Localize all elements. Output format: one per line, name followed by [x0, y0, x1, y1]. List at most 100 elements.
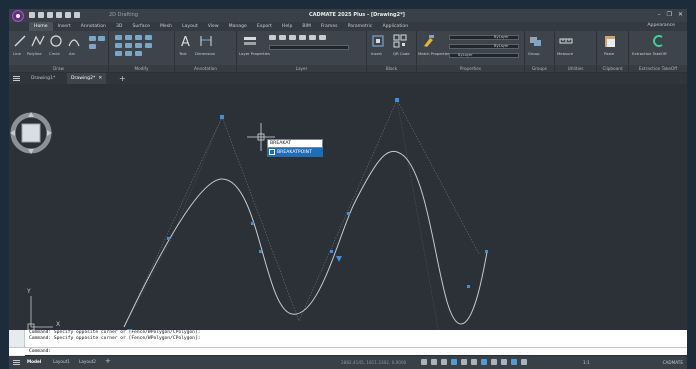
status-menu-icon[interactable] — [13, 360, 20, 365]
circle-icon[interactable] — [49, 34, 63, 48]
grip[interactable] — [259, 250, 262, 253]
grip[interactable] — [167, 237, 170, 240]
drawing-canvas[interactable]: Y X — [9, 84, 687, 334]
file-tab-drawing2[interactable]: Drawing2* ✕ — [67, 73, 107, 84]
model-tab[interactable]: Model — [27, 359, 41, 364]
rectangle-icon[interactable] — [89, 36, 96, 41]
ribbon-tab-parametric[interactable]: Parametric — [343, 22, 378, 31]
print-icon[interactable] — [56, 12, 62, 18]
modify-panel-title[interactable]: Modify — [109, 65, 174, 72]
grip[interactable] — [347, 212, 350, 215]
extraction-takeoff-icon[interactable] — [651, 34, 665, 48]
extraction-panel-title[interactable]: Extraction TakeOff — [629, 65, 687, 72]
file-menu-icon[interactable] — [13, 76, 20, 81]
utilities-panel-title[interactable]: Utilities — [555, 65, 596, 72]
insert-block-icon[interactable] — [371, 34, 385, 48]
line-icon[interactable] — [13, 34, 27, 48]
annotation-panel-title[interactable]: Annotation — [175, 65, 236, 72]
layer-freeze-icon[interactable] — [289, 35, 296, 40]
stretch-icon[interactable] — [115, 51, 122, 56]
color-dropdown[interactable]: ByLayer — [449, 35, 519, 40]
autocomplete-input[interactable]: BREAKAT — [267, 139, 323, 148]
layout2-tab[interactable]: Layout2 — [79, 359, 96, 364]
text-icon[interactable]: A — [179, 34, 193, 48]
transparency-icon[interactable] — [491, 359, 497, 365]
block-panel-title[interactable]: Block — [367, 65, 416, 72]
autocomplete-suggestion[interactable]: BREAKATPOINT — [267, 148, 323, 157]
extend-icon[interactable] — [145, 35, 152, 40]
array-icon[interactable] — [145, 43, 152, 48]
grid-icon[interactable] — [421, 359, 427, 365]
ribbon-tab-layout[interactable]: Layout — [177, 22, 203, 31]
close-tab-icon[interactable]: ✕ — [98, 76, 102, 81]
layer-state-icon[interactable] — [269, 35, 276, 40]
grip[interactable] — [485, 250, 488, 253]
paste-icon[interactable] — [603, 34, 617, 48]
undo-icon[interactable] — [65, 12, 71, 18]
open-file-icon[interactable] — [38, 12, 44, 18]
annotation-scale[interactable]: 1:1 — [583, 360, 590, 365]
polyline-icon[interactable] — [31, 34, 45, 48]
layout1-tab[interactable]: Layout1 — [53, 359, 70, 364]
minimize-icon[interactable]: – — [658, 11, 661, 18]
ribbon-tab-home[interactable]: Home — [29, 22, 53, 31]
ortho-icon[interactable] — [441, 359, 447, 365]
match-properties-icon[interactable] — [421, 34, 435, 48]
otrack-icon[interactable] — [471, 359, 477, 365]
mirror-icon[interactable] — [125, 43, 132, 48]
group-icon[interactable] — [529, 34, 543, 48]
lineweight-icon[interactable] — [481, 359, 487, 365]
properties-panel-title[interactable]: Properties — [417, 65, 524, 72]
scale-icon[interactable] — [125, 51, 132, 56]
add-tab-button[interactable]: + — [119, 74, 126, 83]
close-icon[interactable]: ✕ — [678, 11, 683, 18]
save-icon[interactable] — [47, 12, 53, 18]
ribbon-tab-manage[interactable]: Manage — [224, 22, 252, 31]
dynamic-input-icon[interactable] — [511, 359, 517, 365]
ribbon-tab-annotation[interactable]: Annotation — [76, 22, 111, 31]
layer-off-icon[interactable] — [309, 35, 316, 40]
measure-icon[interactable] — [559, 34, 573, 48]
ribbon-tab-view[interactable]: View — [203, 22, 224, 31]
fillet-icon[interactable] — [135, 43, 142, 48]
ribbon-tab-help[interactable]: Help — [277, 22, 297, 31]
ribbon-tab-insert[interactable]: Insert — [53, 22, 76, 31]
grip[interactable] — [330, 250, 333, 253]
restore-icon[interactable]: ❐ — [667, 11, 672, 18]
linetype-dropdown[interactable]: ByLayer — [449, 44, 519, 49]
grip[interactable] — [467, 285, 470, 288]
copy-icon[interactable] — [115, 43, 122, 48]
file-tab-drawing1[interactable]: Drawing1* — [27, 73, 59, 84]
ribbon-tab-bim[interactable]: BIM — [297, 22, 315, 31]
ribbon-tab-mesh[interactable]: Mesh — [155, 22, 177, 31]
dimension-icon[interactable] — [199, 34, 213, 48]
annotation-visibility-icon[interactable] — [521, 359, 527, 365]
draw-panel-title[interactable]: Draw — [9, 65, 108, 72]
ribbon-tab-export[interactable]: Export — [252, 22, 277, 31]
layer-lock-icon[interactable] — [299, 35, 306, 40]
arc-icon[interactable] — [67, 34, 81, 48]
new-file-icon[interactable] — [29, 12, 35, 18]
groups-panel-title[interactable]: Groups — [525, 65, 554, 72]
redo-icon[interactable] — [74, 12, 80, 18]
view-cube[interactable] — [9, 111, 53, 155]
lineweight-dropdown[interactable]: ByLayer — [449, 53, 519, 58]
layer-dropdown[interactable] — [269, 45, 349, 50]
qr-code-icon[interactable] — [393, 34, 407, 48]
osnap-icon[interactable] — [461, 359, 467, 365]
workspace-select[interactable]: 2D Drafting — [109, 12, 138, 18]
trim-icon[interactable] — [135, 35, 142, 40]
ribbon-tab-surface[interactable]: Surface — [127, 22, 155, 31]
grip[interactable] — [220, 115, 224, 119]
selection-cycling-icon[interactable] — [501, 359, 507, 365]
command-input[interactable]: Command: — [9, 347, 687, 355]
grip-arrow[interactable] — [336, 256, 342, 262]
app-menu-button[interactable] — [12, 10, 24, 22]
polar-icon[interactable] — [451, 359, 457, 365]
layer-panel-title[interactable]: Layer — [237, 65, 366, 72]
appearance-menu[interactable]: Appearance — [647, 23, 675, 28]
clipboard-panel-title[interactable]: Clipboard — [597, 65, 628, 72]
grip[interactable] — [395, 98, 399, 102]
ribbon-tab-frames[interactable]: Frames — [316, 22, 343, 31]
ribbon-tab-application[interactable]: Application — [377, 22, 413, 31]
